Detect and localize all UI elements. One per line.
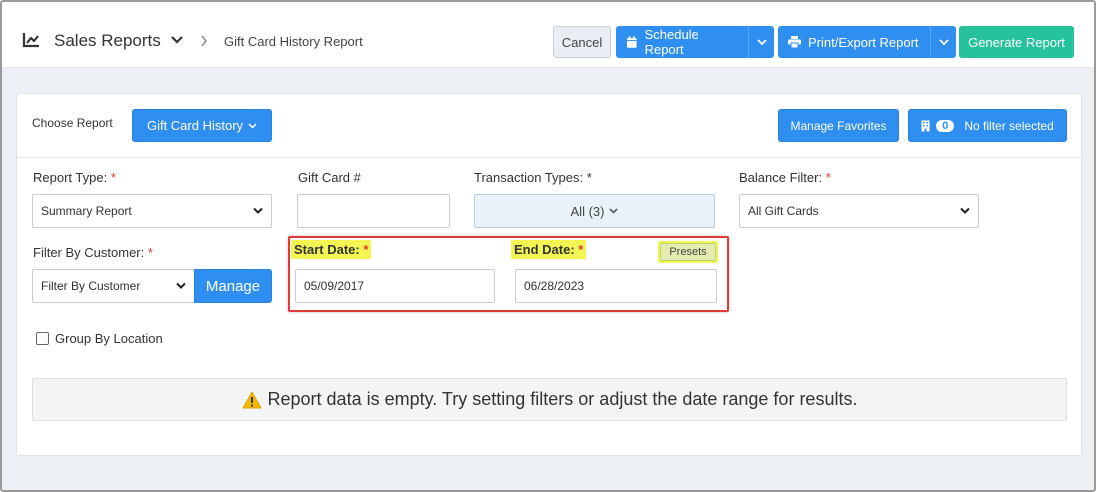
filter-status-label: No filter selected — [964, 118, 1054, 133]
balance-filter-select[interactable]: All Gift Cards — [739, 194, 979, 228]
transaction-types-select[interactable]: All (3) — [474, 194, 715, 228]
print-export-button[interactable]: Print/Export Report — [778, 26, 930, 58]
printer-icon — [788, 36, 801, 48]
schedule-report-dropdown[interactable] — [748, 26, 774, 58]
report-type-label: Report Type: * — [33, 170, 116, 185]
chevron-down-icon[interactable] — [171, 35, 183, 45]
cancel-button[interactable]: Cancel — [553, 26, 611, 58]
print-export-label: Print/Export Report — [808, 34, 919, 50]
generate-report-button[interactable]: Generate Report — [959, 26, 1074, 58]
report-type-select[interactable]: Summary Report — [32, 194, 272, 228]
manage-favorites-button[interactable]: Manage Favorites — [778, 109, 899, 142]
chevron-down-icon — [253, 207, 263, 214]
transaction-types-value: All (3) — [570, 203, 605, 219]
print-export-dropdown[interactable] — [930, 26, 956, 58]
filter-customer-label: Filter By Customer: * — [33, 245, 153, 260]
group-by-location-checkbox[interactable] — [36, 332, 49, 345]
date-range-annotation — [288, 236, 729, 312]
transaction-types-label: Transaction Types: * — [474, 170, 592, 185]
alert-message: Report data is empty. Try setting filter… — [267, 389, 858, 409]
report-card: Choose Report Gift Card History Manage F… — [16, 93, 1082, 456]
chevron-down-icon — [176, 282, 186, 289]
building-icon — [921, 120, 930, 131]
chevron-down-icon — [960, 207, 970, 214]
balance-filter-value: All Gift Cards — [748, 204, 819, 218]
page-title[interactable]: Sales Reports — [54, 31, 161, 51]
report-type-value: Summary Report — [41, 204, 132, 218]
choose-report-label: Choose Report — [32, 116, 113, 130]
report-select-label: Gift Card History — [146, 118, 244, 133]
page-header: Sales Reports Gift Card History Report C… — [2, 2, 1094, 68]
divider — [17, 157, 1081, 158]
group-by-location-label: Group By Location — [55, 331, 163, 346]
schedule-report-split: Schedule Report — [616, 26, 774, 58]
line-chart-icon — [22, 33, 39, 48]
filter-customer-value: Filter By Customer — [41, 279, 141, 293]
breadcrumb-current: Gift Card History Report — [224, 34, 363, 49]
empty-report-alert: Report data is empty. Try setting filter… — [32, 378, 1067, 421]
schedule-report-button[interactable]: Schedule Report — [616, 26, 748, 58]
manage-customer-button[interactable]: Manage — [194, 269, 272, 303]
calendar-icon — [626, 35, 637, 48]
schedule-report-label: Schedule Report — [644, 27, 699, 57]
chevron-down-icon — [938, 38, 949, 45]
chevron-right-icon — [201, 35, 207, 47]
report-select-button[interactable]: Gift Card History — [132, 109, 272, 142]
filter-customer-select[interactable]: Filter By Customer — [32, 269, 195, 303]
gift-card-input[interactable] — [297, 194, 450, 228]
print-export-split: Print/Export Report — [778, 26, 956, 58]
chevron-down-icon — [609, 208, 618, 214]
chevron-down-icon — [248, 122, 257, 129]
filter-status-button[interactable]: 0 No filter selected — [908, 109, 1067, 142]
chevron-down-icon — [756, 38, 767, 45]
app-window: Sales Reports Gift Card History Report C… — [0, 0, 1096, 492]
warning-icon — [242, 391, 262, 408]
gift-card-label: Gift Card # — [298, 170, 361, 185]
filter-count-badge: 0 — [936, 119, 955, 132]
balance-filter-label: Balance Filter: * — [739, 170, 831, 185]
